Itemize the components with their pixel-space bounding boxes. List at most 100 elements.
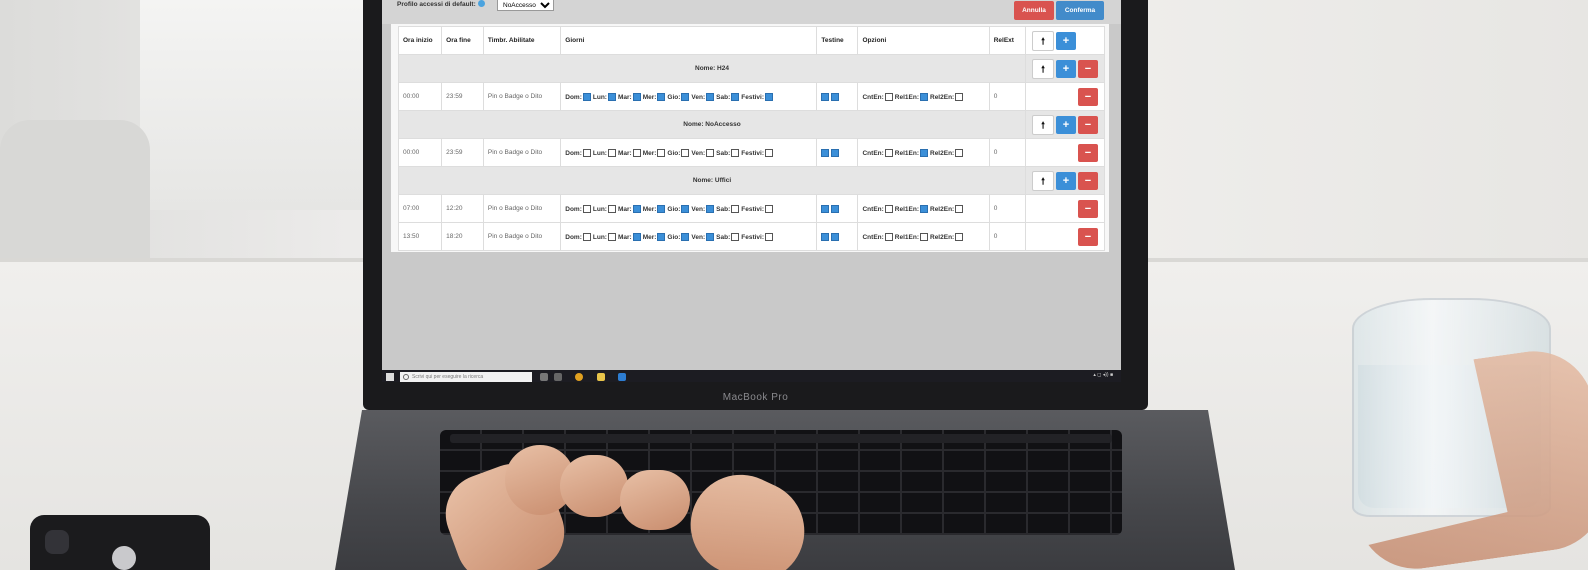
day-checkbox[interactable] bbox=[657, 148, 666, 157]
delete-group-button[interactable]: − bbox=[1078, 59, 1098, 78]
badge-mode-cell[interactable]: Pin o Badge o Dito bbox=[482, 194, 562, 223]
head-checkbox[interactable] bbox=[831, 204, 840, 213]
option-checkbox[interactable] bbox=[920, 232, 928, 241]
day-checkbox[interactable] bbox=[706, 92, 715, 101]
day-checkbox[interactable] bbox=[657, 204, 666, 213]
day-checkbox[interactable] bbox=[582, 232, 591, 241]
option-checkbox[interactable] bbox=[884, 232, 893, 241]
delete-row-button[interactable]: − bbox=[1078, 199, 1098, 218]
option-checkbox[interactable] bbox=[955, 232, 964, 241]
head-checkbox[interactable] bbox=[821, 204, 830, 213]
day-checkbox[interactable] bbox=[582, 148, 591, 157]
start-time-cell[interactable]: 07:00 bbox=[397, 194, 443, 223]
delete-group-button[interactable]: − bbox=[1078, 171, 1098, 190]
option-checkbox[interactable] bbox=[920, 148, 928, 157]
day-checkbox[interactable] bbox=[706, 204, 715, 213]
head-checkbox[interactable] bbox=[821, 92, 830, 101]
day-checkbox[interactable] bbox=[765, 92, 774, 101]
option-checkbox[interactable] bbox=[884, 148, 893, 157]
options-cell[interactable]: CntEn: Rel1En: Rel2En: bbox=[857, 194, 990, 223]
days-cell[interactable]: Dom: Lun: Mar: Mer: Gio: Ven: Sab: Festivi: bbox=[560, 138, 818, 167]
taskbar-search-input[interactable]: Scrivi qui per eseguire la ricerca bbox=[400, 372, 532, 382]
day-checkbox[interactable] bbox=[681, 148, 690, 157]
day-checkbox[interactable] bbox=[731, 232, 740, 241]
option-checkbox[interactable] bbox=[884, 204, 893, 213]
day-checkbox[interactable] bbox=[607, 92, 616, 101]
days-cell[interactable]: Dom: Lun: Mar: Mer: Gio: Ven: Sab: Festivi: bbox=[560, 222, 818, 251]
add-group-button[interactable]: + bbox=[1056, 31, 1076, 50]
start-time-cell[interactable]: 13:50 bbox=[397, 222, 443, 251]
option-checkbox[interactable] bbox=[884, 92, 893, 101]
options-cell[interactable]: CntEn: Rel1En: Rel2En: bbox=[857, 138, 990, 167]
default-profile-select[interactable]: NoAccesso bbox=[497, 0, 554, 11]
option-checkbox[interactable] bbox=[955, 92, 964, 101]
day-checkbox[interactable] bbox=[681, 232, 690, 241]
head-checkbox[interactable] bbox=[831, 232, 840, 241]
relext-cell[interactable]: 0 bbox=[988, 222, 1027, 251]
day-checkbox[interactable] bbox=[632, 232, 641, 241]
heads-cell[interactable] bbox=[816, 82, 859, 111]
day-checkbox[interactable] bbox=[681, 92, 690, 101]
options-cell[interactable]: CntEn: Rel1En: Rel2En: bbox=[857, 82, 990, 111]
file-explorer-icon[interactable] bbox=[597, 373, 605, 381]
day-checkbox[interactable] bbox=[632, 92, 641, 101]
day-checkbox[interactable] bbox=[765, 204, 774, 213]
day-checkbox[interactable] bbox=[632, 204, 641, 213]
start-time-cell[interactable]: 00:00 bbox=[397, 138, 443, 167]
option-checkbox[interactable] bbox=[955, 204, 964, 213]
days-cell[interactable]: Dom: Lun: Mar: Mer: Gio: Ven: Sab: Festivi: bbox=[560, 82, 818, 111]
option-checkbox[interactable] bbox=[920, 92, 928, 101]
heads-cell[interactable] bbox=[816, 222, 859, 251]
option-checkbox[interactable] bbox=[920, 204, 928, 213]
move-up-button[interactable]: 🠕 bbox=[1032, 30, 1054, 51]
relext-cell[interactable]: 0 bbox=[988, 82, 1027, 111]
head-checkbox[interactable] bbox=[831, 148, 840, 157]
day-checkbox[interactable] bbox=[607, 204, 616, 213]
head-checkbox[interactable] bbox=[821, 232, 830, 241]
app-icon[interactable] bbox=[618, 373, 626, 381]
move-up-button[interactable]: 🠕 bbox=[1032, 58, 1054, 79]
add-row-button[interactable]: + bbox=[1056, 115, 1076, 134]
start-time-cell[interactable]: 00:00 bbox=[397, 82, 443, 111]
add-row-button[interactable]: + bbox=[1056, 59, 1076, 78]
windows-start-icon[interactable] bbox=[386, 373, 394, 381]
day-checkbox[interactable] bbox=[731, 204, 740, 213]
option-checkbox[interactable] bbox=[955, 148, 964, 157]
days-cell[interactable]: Dom: Lun: Mar: Mer: Gio: Ven: Sab: Festivi: bbox=[560, 194, 818, 223]
badge-mode-cell[interactable]: Pin o Badge o Dito bbox=[482, 222, 562, 251]
add-row-button[interactable]: + bbox=[1056, 171, 1076, 190]
delete-row-button[interactable]: − bbox=[1078, 87, 1098, 106]
badge-mode-cell[interactable]: Pin o Badge o Dito bbox=[482, 138, 562, 167]
relext-cell[interactable]: 0 bbox=[988, 138, 1027, 167]
day-checkbox[interactable] bbox=[765, 232, 774, 241]
confirm-button[interactable]: Conferma bbox=[1056, 1, 1104, 20]
day-checkbox[interactable] bbox=[681, 204, 690, 213]
day-checkbox[interactable] bbox=[706, 148, 715, 157]
day-checkbox[interactable] bbox=[582, 92, 591, 101]
move-up-button[interactable]: 🠕 bbox=[1032, 114, 1054, 135]
end-time-cell[interactable]: 18:20 bbox=[441, 222, 484, 251]
end-time-cell[interactable]: 23:59 bbox=[441, 82, 484, 111]
move-up-button[interactable]: 🠕 bbox=[1032, 170, 1054, 191]
head-checkbox[interactable] bbox=[831, 92, 840, 101]
relext-cell[interactable]: 0 bbox=[988, 194, 1027, 223]
end-time-cell[interactable]: 12:20 bbox=[441, 194, 484, 223]
delete-row-button[interactable]: − bbox=[1078, 143, 1098, 162]
head-checkbox[interactable] bbox=[821, 148, 830, 157]
day-checkbox[interactable] bbox=[657, 92, 666, 101]
delete-group-button[interactable]: − bbox=[1078, 115, 1098, 134]
chrome-icon[interactable] bbox=[575, 373, 583, 381]
delete-row-button[interactable]: − bbox=[1078, 227, 1098, 246]
day-checkbox[interactable] bbox=[765, 148, 774, 157]
heads-cell[interactable] bbox=[816, 138, 859, 167]
day-checkbox[interactable] bbox=[607, 232, 616, 241]
end-time-cell[interactable]: 23:59 bbox=[441, 138, 484, 167]
day-checkbox[interactable] bbox=[607, 148, 616, 157]
heads-cell[interactable] bbox=[816, 194, 859, 223]
badge-mode-cell[interactable]: Pin o Badge o Dito bbox=[482, 82, 562, 111]
day-checkbox[interactable] bbox=[706, 232, 715, 241]
day-checkbox[interactable] bbox=[657, 232, 666, 241]
day-checkbox[interactable] bbox=[582, 204, 591, 213]
task-view-icon[interactable] bbox=[554, 373, 562, 381]
options-cell[interactable]: CntEn: Rel1En: Rel2En: bbox=[857, 222, 990, 251]
